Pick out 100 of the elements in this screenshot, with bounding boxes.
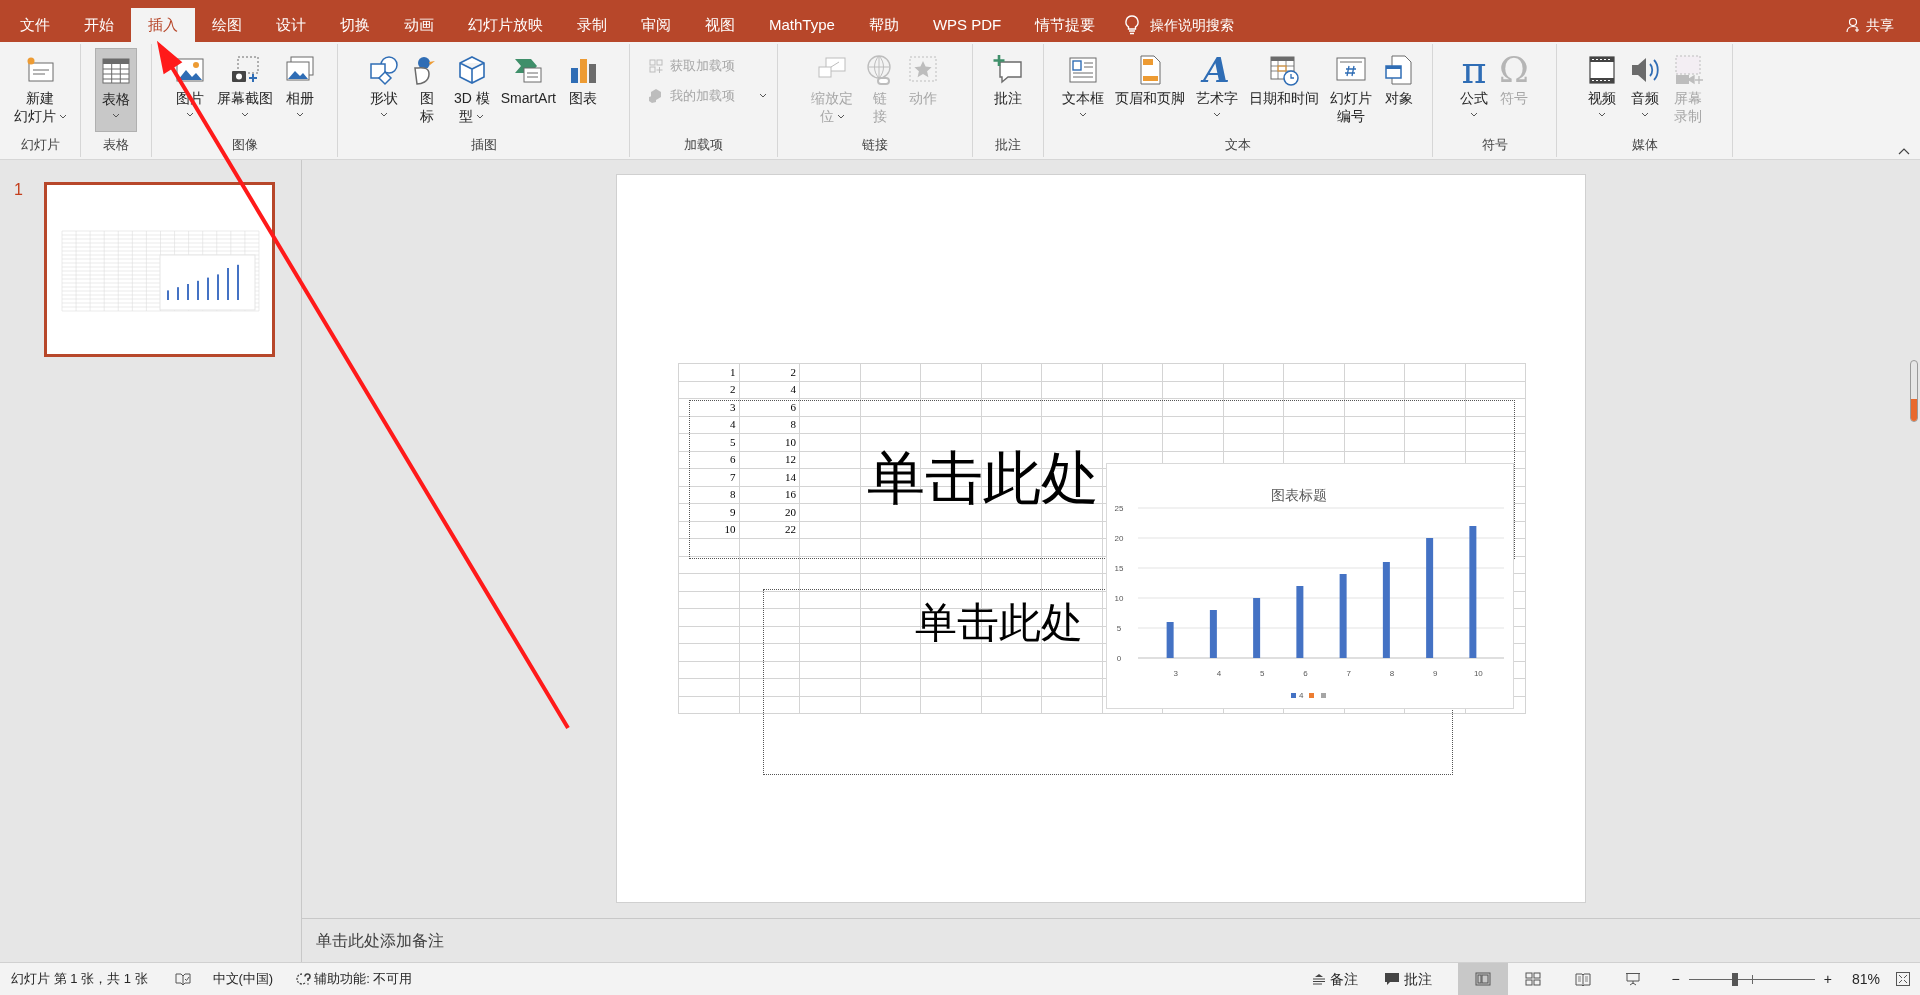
comments-button[interactable]: 批注 [1383,968,1432,990]
slide-counter: 幻灯片 第 1 张，共 1 张 [11,970,148,989]
ribbon-tab[interactable]: 审阅 [624,8,688,42]
document-icon [1382,54,1415,86]
group-label: 媒体 [1630,136,1659,154]
text-box-icon [1066,54,1099,86]
chevron-icon [185,111,194,117]
calendar-icon [1267,54,1300,86]
zoom-out-button[interactable]: − [1671,968,1680,990]
axis-label: 15 [1114,564,1124,573]
ribbon-tab[interactable]: WPS PDF [915,8,1019,42]
zoom-slider[interactable] [1688,972,1815,986]
ribbon-button[interactable]: 批注 [988,48,1028,132]
chevron-icon [759,92,767,98]
table-cell: 2 [678,381,739,399]
chart-title: 图表标题 [1271,487,1327,503]
ribbon-button[interactable]: 3D 模 型 [450,48,494,132]
subtitle-placeholder-text: 单击此处 [915,600,1083,646]
normal-view-icon [1474,972,1491,986]
table-cell: 7 [678,468,739,486]
ribbon-button[interactable]: 形状 [364,48,404,132]
axis-label: 7 [1346,669,1351,678]
slide-number: 1 [14,182,24,198]
ribbon-button[interactable]: π 公式 [1456,48,1493,132]
ribbon-button[interactable]: 图 标 [407,48,447,132]
ribbon-button[interactable]: 日期和时间 [1244,48,1323,132]
ribbon-button[interactable]: 相册 [279,48,320,132]
bar [1296,586,1304,658]
ribbon-button[interactable]: 对象 [1378,48,1419,132]
ribbon-tab[interactable]: 幻灯片放映 [451,8,560,42]
chevron-icon [240,111,249,117]
table-cell: 8 [678,486,739,504]
ribbon-button[interactable]: 表格 [95,48,137,132]
ribbon-tab[interactable]: MathType [752,8,852,42]
bar [1166,622,1174,658]
spellcheck-icon [174,972,191,986]
chevron-up-icon [1898,148,1910,155]
table-cell: 12 [739,451,800,469]
ribbon-button[interactable]: 页眉和页脚 [1110,48,1189,132]
accessibility-button[interactable]: 辅助功能: 不可用 [295,969,413,989]
table-icon [100,55,132,87]
tell-me-search[interactable]: 操作说明搜索 [1150,14,1235,36]
ribbon-tab[interactable]: 切换 [323,8,387,42]
axis-label: 10 [1114,594,1124,603]
chevron-icon [380,111,388,117]
ribbon-button[interactable]: 屏幕截图 [212,48,277,132]
ribbon-button[interactable]: A 艺术字 [1191,48,1242,132]
fit-slide-button[interactable] [1896,972,1910,986]
ribbon-button[interactable]: 幻灯片 编号 [1325,48,1376,132]
axis-label: 8 [1389,669,1395,678]
ribbon-tab[interactable]: 设计 [259,8,323,42]
table-cell: 5 [678,433,739,451]
table-cell: 2 [739,363,800,381]
chevron-icon [1470,111,1479,117]
ribbon-tab[interactable]: 开始 [67,8,131,42]
ribbon-tab[interactable]: 情节提要 [1018,8,1113,42]
table-cell: 8 [739,416,800,434]
table-cell: 10 [739,433,800,451]
notes-text[interactable]: 单击此处添加备注 [316,928,444,953]
accessibility-icon [295,971,312,987]
chevron-icon [112,112,120,118]
legend-swatch [1321,693,1326,698]
scrollbar-thumb[interactable] [1910,360,1918,422]
ribbon-button[interactable]: 音频 [1624,48,1665,132]
legend-swatch [1309,693,1314,698]
axis-label: 9 [1432,669,1438,678]
ribbon-button[interactable]: 图表 [563,48,603,132]
notes-button[interactable]: 备注 [1311,968,1358,990]
book-icon [1574,972,1591,986]
ribbon-tab[interactable]: 插入 [131,8,195,42]
table-cell: 14 [739,468,800,486]
language-button[interactable]: 中文(中国) [212,969,274,989]
chevron-icon [1078,111,1087,117]
zoom-level[interactable]: 81% [1851,968,1880,990]
ribbon-button[interactable]: 新建 幻灯片 [9,48,71,132]
shapes-icon [368,54,400,86]
notes-icon [1311,973,1326,985]
axis-label: 4 [1216,669,1222,678]
axis-label: 20 [1114,534,1124,543]
ribbon-button[interactable]: 视频 [1581,48,1622,132]
slider-thumb[interactable] [1732,973,1739,986]
ribbon-tab[interactable]: 录制 [560,8,624,42]
group-label: 链接 [861,136,889,154]
table-cell: 20 [739,503,800,521]
ribbon-tab[interactable]: 动画 [387,8,451,42]
ribbon-button[interactable]: 文本框 [1057,48,1108,132]
axis-label: 0 [1116,654,1122,663]
chevron-icon [836,113,845,119]
table-cell: 3 [678,398,739,416]
slide-thumbnail[interactable] [44,182,275,357]
ribbon-tab[interactable]: 绘图 [195,8,259,42]
axis-label: 3 [1173,669,1178,678]
zoom-in-button[interactable]: + [1823,968,1832,990]
ribbon-tab[interactable]: 视图 [688,8,752,42]
ribbon-tab[interactable]: 帮助 [851,8,916,42]
collapse-ribbon-button[interactable] [1898,148,1910,155]
axis-label: 5 [1116,624,1122,633]
ribbon-tab[interactable]: 文件 [3,8,67,42]
ribbon-button[interactable]: SmartArt [496,48,560,132]
share-button[interactable]: 共享 [1846,8,1894,42]
